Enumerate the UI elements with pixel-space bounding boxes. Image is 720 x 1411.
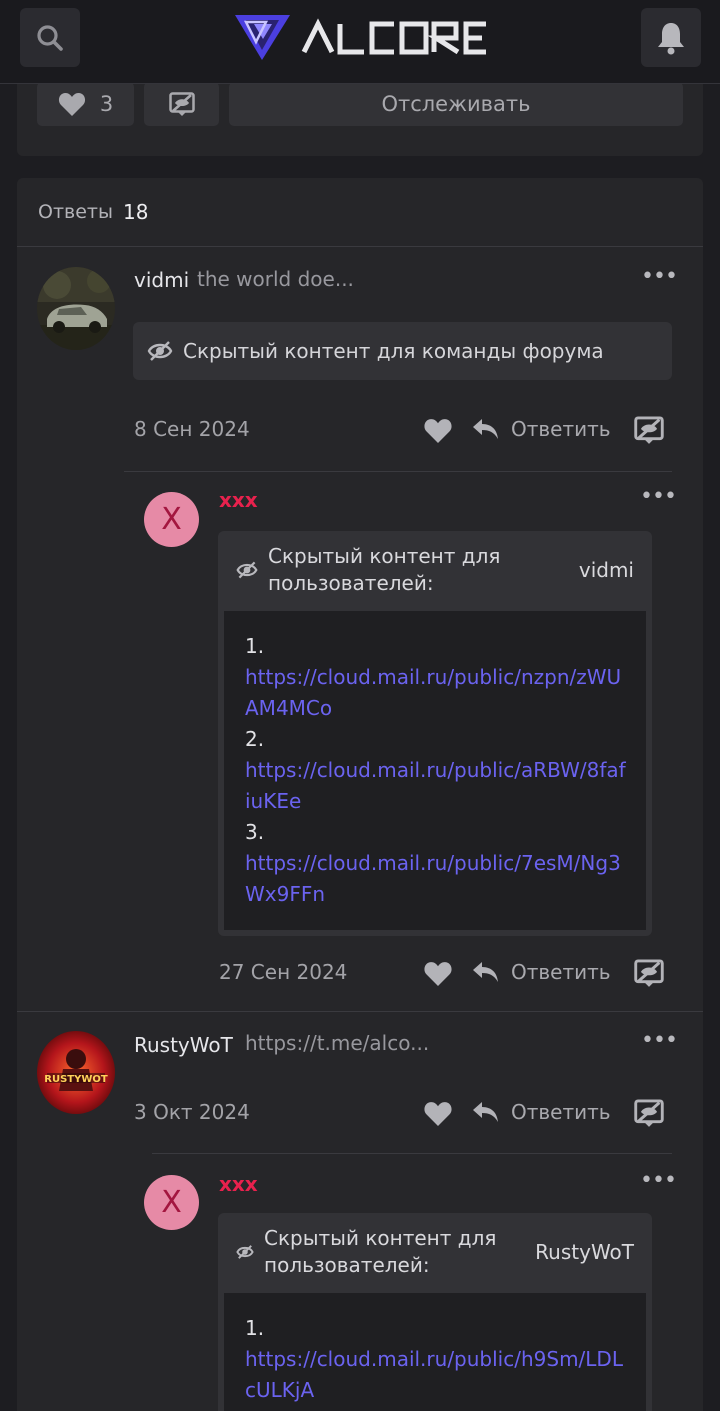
avatar-xxx[interactable]: X	[144, 1175, 199, 1230]
eye-off-icon	[236, 1245, 254, 1259]
reply-button[interactable]: Ответить	[472, 1100, 611, 1124]
reply-label: Ответить	[511, 417, 611, 441]
hidden-box-title: Скрытый контент для пользователей:	[268, 544, 501, 595]
notifications-button[interactable]	[641, 8, 701, 67]
hidden-content-icon	[168, 92, 195, 116]
more-options-icon[interactable]: •••	[640, 484, 677, 509]
post-user-title[interactable]: https://t.me/alco...	[245, 1031, 429, 1055]
reply-label: Ответить	[511, 960, 611, 984]
post-author[interactable]: vidmi	[134, 268, 189, 292]
like-thread-button[interactable]: 3	[37, 82, 134, 126]
more-options-icon[interactable]: •••	[641, 264, 678, 289]
hidden-box-header: Скрытый контент для пользователей: vidmi	[218, 531, 652, 609]
reply-arrow-icon	[473, 962, 498, 982]
list-number: 1.	[245, 1316, 265, 1340]
sub-author[interactable]: xxx	[219, 1172, 258, 1196]
list-number: 2.	[245, 727, 265, 751]
divider	[152, 1153, 672, 1154]
hidden-content-box: Скрытый контент для пользователей: Rusty…	[218, 1213, 652, 1411]
site-logo[interactable]	[232, 12, 492, 64]
search-button[interactable]	[20, 8, 80, 67]
reply-label: Ответить	[511, 1100, 611, 1124]
hidden-box-title: Скрытый контент для пользователей:	[264, 1226, 497, 1277]
eye-off-icon	[236, 561, 258, 579]
sub-post-date[interactable]: 27 Сен 2024	[219, 960, 347, 984]
list-number: 1.	[245, 634, 265, 658]
cloud-link[interactable]: https://cloud.mail.ru/public/7esM/Ng3Wx9…	[245, 848, 626, 910]
heart-icon[interactable]	[423, 417, 453, 444]
heart-icon[interactable]	[423, 960, 453, 987]
search-icon	[37, 24, 63, 51]
reply-arrow-icon	[473, 419, 498, 439]
avatar-rustywot-text: RUSTYWOT	[44, 1074, 108, 1085]
heart-icon[interactable]	[423, 1100, 453, 1127]
hidden-box-user: vidmi	[578, 558, 634, 582]
cloud-link[interactable]: https://cloud.mail.ru/public/h9Sm/LDLcUL…	[245, 1344, 626, 1406]
cloud-link[interactable]: https://cloud.mail.ru/public/nzpn/zWUAM4…	[245, 662, 626, 724]
sub-author[interactable]: xxx	[219, 488, 258, 512]
post-date[interactable]: 8 Сен 2024	[134, 417, 250, 441]
post-divider	[17, 1011, 703, 1012]
reply-button[interactable]: Ответить	[472, 960, 611, 984]
cloud-link[interactable]: https://cloud.mail.ru/public/aRBW/8fafiu…	[245, 755, 626, 817]
replies-count: 18	[122, 200, 149, 224]
divider	[124, 471, 672, 472]
eye-off-icon	[147, 341, 173, 361]
hidden-box-user: RustyWoT	[535, 1240, 634, 1264]
hidden-content-team: Скрытый контент для команды форума	[133, 322, 672, 380]
bell-icon	[658, 22, 684, 54]
reply-button[interactable]: Ответить	[472, 417, 611, 441]
hidden-box-content: 1. https://cloud.mail.ru/public/h9Sm/LDL…	[224, 1293, 646, 1411]
heart-icon	[58, 93, 85, 116]
hidden-content-icon[interactable]	[634, 958, 664, 988]
hide-thread-button[interactable]	[144, 82, 219, 126]
avatar-xxx[interactable]: X	[144, 492, 199, 547]
follow-button[interactable]: Отслеживать	[229, 82, 683, 126]
more-options-icon[interactable]: •••	[640, 1168, 677, 1193]
avatar-rustywot[interactable]: RUSTYWOT	[37, 1031, 115, 1114]
more-options-icon[interactable]: •••	[641, 1028, 678, 1053]
replies-header: Ответы 18	[17, 178, 703, 247]
post-author[interactable]: RustyWoT	[134, 1033, 233, 1057]
hidden-content-icon[interactable]	[634, 415, 664, 445]
hidden-content-icon[interactable]	[634, 1098, 664, 1128]
post-date[interactable]: 3 Окт 2024	[134, 1100, 250, 1124]
hidden-box-header: Скрытый контент для пользователей: Rusty…	[218, 1213, 652, 1291]
post-user-title: the world doe...	[197, 267, 354, 291]
replies-label: Ответы	[38, 201, 113, 223]
avatar-vidmi[interactable]	[37, 267, 115, 350]
like-count: 3	[99, 92, 114, 116]
replies-section: Ответы 18 vidmi the world doe... ••• Скр…	[17, 178, 703, 1411]
hidden-box-content: 1. https://cloud.mail.ru/public/nzpn/zWU…	[224, 611, 646, 930]
reply-arrow-icon	[473, 1102, 498, 1122]
top-header	[0, 0, 720, 84]
hidden-content-box: Скрытый контент для пользователей: vidmi…	[218, 531, 652, 936]
list-number: 3.	[245, 820, 265, 844]
hidden-content-text: Скрытый контент для команды форума	[183, 339, 604, 363]
